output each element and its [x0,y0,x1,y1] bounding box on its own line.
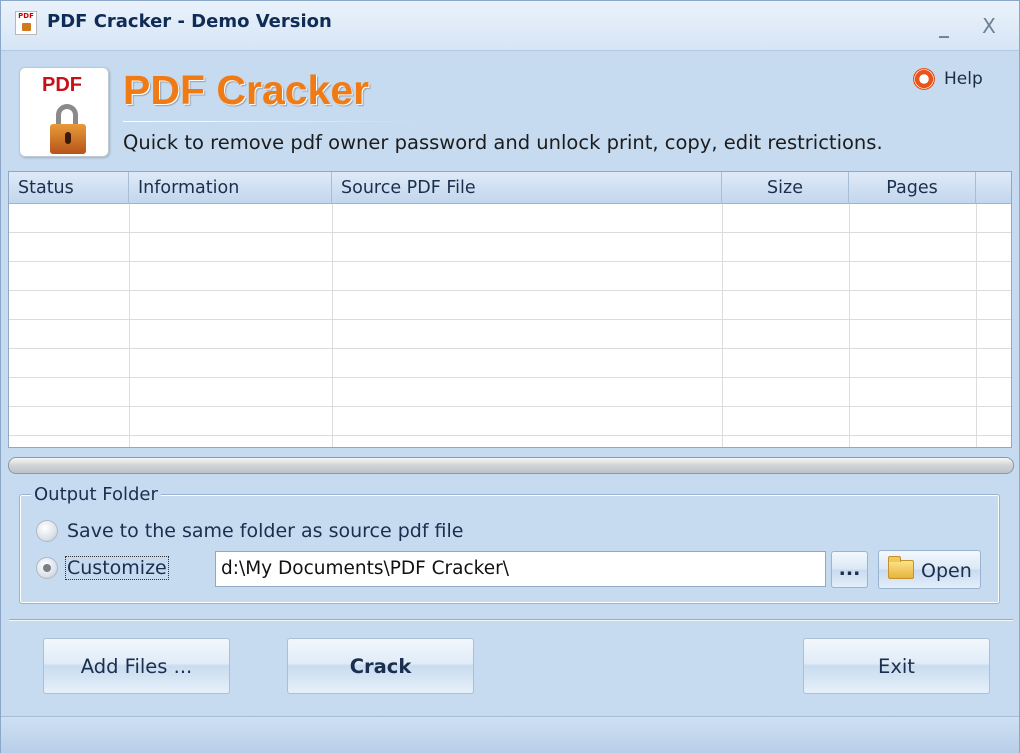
close-button[interactable]: X [978,15,1000,37]
minimize-button[interactable]: _ [933,15,955,37]
folder-icon [888,556,914,579]
title-bar: PDF PDF Cracker - Demo Version _ X [1,1,1019,51]
customize-label-text: Customize [65,556,169,580]
list-row [9,262,1011,291]
list-row [9,349,1011,378]
minimize-icon: _ [939,14,949,38]
list-row [9,291,1011,320]
list-row [9,204,1011,233]
progress-bar [8,457,1014,474]
browse-button[interactable]: ... [831,551,868,588]
column-filler [976,172,1011,204]
same-folder-label[interactable]: Save to the same folder as source pdf fi… [67,520,464,542]
open-label: Open [921,560,972,582]
app-header: PDF PDF Cracker Quick to remove pdf owne… [11,63,1011,163]
app-icon-label: PDF [18,12,34,20]
brand-divider [123,121,423,122]
column-size[interactable]: Size [722,172,849,204]
column-status[interactable]: Status [9,172,129,204]
brand-title: PDF Cracker [123,67,370,113]
same-folder-radio[interactable] [36,520,58,542]
column-information[interactable]: Information [129,172,332,204]
lifebuoy-icon [913,68,935,90]
output-path-field[interactable]: d:\My Documents\PDF Cracker\ [215,551,826,587]
file-list-header: Status Information Source PDF File Size … [9,172,1011,204]
column-divider [332,204,333,447]
column-divider [976,204,977,447]
customize-radio[interactable] [36,557,58,579]
app-logo: PDF [19,67,109,157]
open-folder-button[interactable]: Open [878,550,981,589]
separator [9,619,1013,621]
tagline: Quick to remove pdf owner password and u… [123,131,883,154]
column-pages[interactable]: Pages [849,172,976,204]
keyhole-icon [65,132,71,144]
list-row [9,320,1011,349]
column-divider [129,204,130,447]
column-source-pdf-file[interactable]: Source PDF File [332,172,722,204]
list-row [9,378,1011,407]
close-icon: X [982,14,996,38]
crack-button[interactable]: Crack [287,638,474,694]
pdf-lock-icon: PDF [15,11,37,35]
add-files-button[interactable]: Add Files ... [43,638,230,694]
exit-button[interactable]: Exit [803,638,990,694]
file-list[interactable]: Status Information Source PDF File Size … [8,171,1012,448]
column-divider [849,204,850,447]
help-label: Help [944,69,983,89]
file-list-body [9,204,1011,447]
window-title: PDF Cracker - Demo Version [47,11,332,32]
status-bar [1,716,1019,753]
main-window: PDF PDF Cracker - Demo Version _ X PDF P… [0,0,1020,753]
list-row [9,233,1011,262]
list-row [9,407,1011,436]
logo-text: PDF [42,74,82,96]
output-folder-title: Output Folder [31,484,161,505]
customize-label[interactable]: Customize [65,556,169,580]
app-icon-lock [22,23,31,31]
column-divider [722,204,723,447]
